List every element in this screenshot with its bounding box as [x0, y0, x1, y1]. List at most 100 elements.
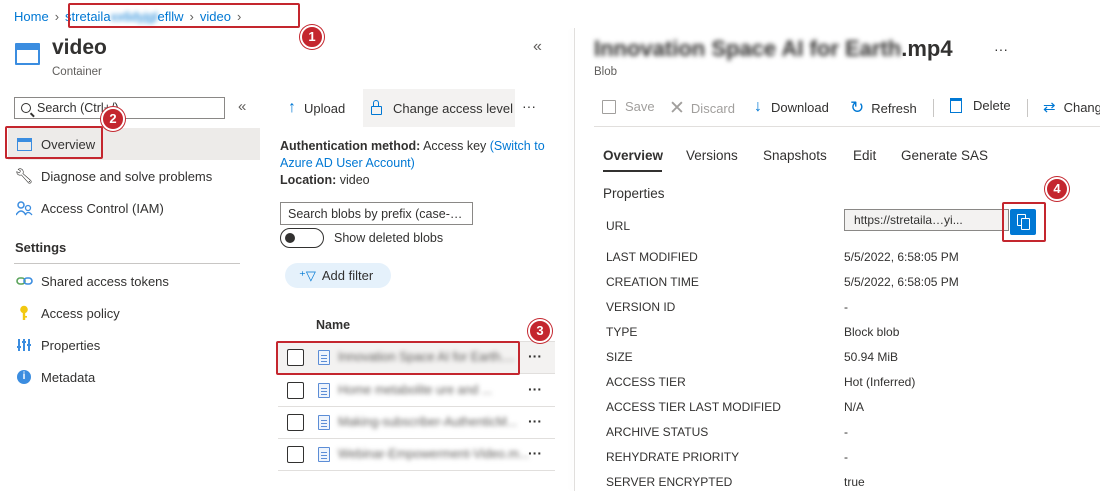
prop-label: CREATION TIME [606, 275, 699, 289]
prop-label: VERSION ID [606, 300, 676, 314]
add-filter-button[interactable]: ⁺▽ Add filter [285, 263, 391, 288]
sidebar-item-shared-access-tokens[interactable]: Shared access tokens [8, 265, 260, 297]
settings-heading: Settings [15, 240, 67, 255]
divider [278, 438, 555, 439]
callout-badge-3: 3 [528, 319, 552, 343]
link-icon [14, 275, 34, 287]
prop-value: Hot (Inferred) [844, 375, 916, 389]
blob-name[interactable]: Webinar-Empowerment-Video.m... [338, 447, 529, 461]
collapse-panel-button[interactable]: « [533, 38, 542, 56]
download-icon: ↓ [754, 98, 762, 115]
download-button[interactable]: ↓ Download [754, 98, 829, 116]
divider [278, 470, 555, 471]
search-blobs-input[interactable]: Search blobs by prefix (case-… [280, 202, 473, 225]
url-field[interactable]: https://stretaila…yi... [844, 209, 1009, 231]
blob-name[interactable]: Making-subscriber-AuthenticM... [338, 415, 517, 429]
file-icon [318, 447, 330, 462]
callout-badge-2: 2 [101, 107, 125, 131]
people-icon [14, 200, 34, 216]
delete-button[interactable]: Delete [950, 98, 1011, 113]
prop-label: SIZE [606, 350, 633, 364]
row-more-button[interactable]: ··· [528, 348, 542, 364]
prop-value: 5/5/2022, 6:58:05 PM [844, 275, 959, 289]
tab-active-indicator [603, 170, 662, 172]
tab-edit[interactable]: Edit [853, 148, 876, 163]
blob-title-name: Innovation Space AI for Earth [594, 36, 902, 61]
location-value: video [339, 173, 370, 187]
divider [278, 406, 555, 407]
blob-subtitle: Blob [594, 66, 618, 78]
sidebar-item-label: Access policy [41, 305, 120, 321]
change-access-level-button[interactable]: Change access level [363, 89, 515, 127]
tab-snapshots[interactable]: Snapshots [763, 148, 827, 163]
show-deleted-toggle[interactable] [280, 228, 324, 248]
callout-badge-4: 4 [1045, 177, 1069, 201]
sidebar-item-iam[interactable]: Access Control (IAM) [8, 192, 260, 224]
breadcrumb-home[interactable]: Home [14, 9, 49, 24]
upload-button[interactable]: ↑ Upload [288, 98, 345, 118]
location-label: Location: [280, 173, 337, 187]
prop-value: - [844, 450, 848, 464]
change-tier-button[interactable]: ⇄ Chang [1043, 98, 1100, 116]
container-icon [15, 43, 40, 65]
more-options-button[interactable]: ··· [522, 98, 536, 114]
blob-name[interactable]: Home metabolite ure and ... [338, 383, 492, 397]
upload-icon: ↑ [288, 99, 296, 116]
save-icon [602, 99, 616, 114]
sidebar-item-properties[interactable]: Properties [8, 329, 260, 361]
blob-more-button[interactable]: ··· [994, 41, 1008, 57]
chevron-right-icon: › [54, 8, 60, 24]
page-subtitle: Container [52, 66, 102, 78]
key-icon [14, 305, 34, 321]
auth-value: Access key [423, 139, 487, 153]
row-more-button[interactable]: ··· [528, 445, 542, 461]
row-checkbox[interactable] [287, 446, 304, 463]
sidebar-item-diagnose[interactable]: 🔧︎ Diagnose and solve problems [8, 160, 260, 192]
row-checkbox[interactable] [287, 414, 304, 431]
discard-button[interactable]: ✕ Discard [669, 97, 735, 120]
column-header-name[interactable]: Name [316, 318, 350, 332]
auth-label: Authentication method: [280, 139, 421, 153]
search-icon [21, 103, 35, 117]
prop-label: LAST MODIFIED [606, 250, 698, 264]
tab-versions[interactable]: Versions [686, 148, 738, 163]
tab-overview[interactable]: Overview [603, 148, 663, 163]
switch-auth-link[interactable]: (Switch to [490, 139, 545, 153]
file-icon [318, 415, 330, 430]
sidebar-collapse-button[interactable]: « [238, 98, 246, 115]
prop-label: TYPE [606, 325, 638, 339]
sidebar-item-access-policy[interactable]: Access policy [8, 297, 260, 329]
file-icon [318, 383, 330, 398]
prop-label: ARCHIVE STATUS [606, 425, 709, 439]
show-deleted-label: Show deleted blobs [334, 231, 444, 245]
prop-value: - [844, 300, 848, 314]
page-title: video [52, 36, 107, 59]
sidebar-item-label: Metadata [41, 369, 96, 385]
divider [14, 263, 240, 264]
properties-heading: Properties [603, 186, 665, 201]
callout-box-2 [5, 126, 103, 159]
blob-title: Innovation Space AI for Earth.mp4 [594, 36, 953, 62]
sidebar-item-metadata[interactable]: i Metadata [8, 361, 260, 393]
bars-icon [14, 338, 34, 352]
prop-label: ACCESS TIER [606, 375, 686, 389]
prop-value: 50.94 MiB [844, 350, 899, 364]
prop-value: N/A [844, 400, 865, 414]
swap-icon: ⇄ [1043, 99, 1056, 116]
close-icon: ✕ [669, 98, 685, 119]
switch-auth-link-continued[interactable]: Azure AD User Account) [280, 156, 415, 170]
refresh-button[interactable]: ↻ Refresh [850, 98, 917, 118]
sidebar-item-label: Shared access tokens [41, 273, 169, 289]
row-more-button[interactable]: ··· [528, 381, 542, 397]
info-icon: i [14, 370, 34, 384]
callout-box-1 [68, 3, 300, 28]
sidebar-item-label: Diagnose and solve problems [41, 168, 213, 184]
row-more-button[interactable]: ··· [528, 413, 542, 429]
prop-value: Block blob [844, 325, 900, 339]
save-button[interactable]: Save [602, 99, 655, 114]
tab-generate-sas[interactable]: Generate SAS [901, 148, 988, 163]
row-checkbox[interactable] [287, 382, 304, 399]
divider [594, 126, 1100, 127]
callout-box-4 [1002, 202, 1046, 242]
prop-label: SERVER ENCRYPTED [606, 475, 733, 489]
